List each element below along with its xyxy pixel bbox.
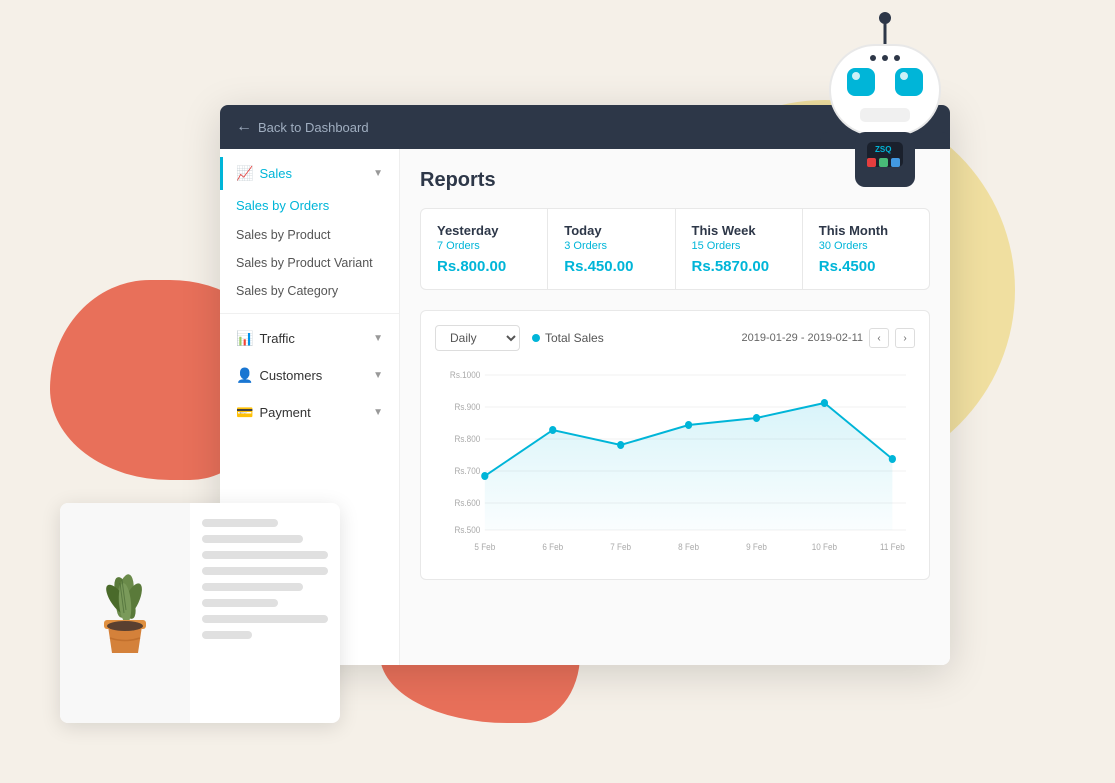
svg-text:Rs.500: Rs.500 xyxy=(454,525,480,535)
date-range-text: 2019-01-29 - 2019-02-11 xyxy=(742,332,864,344)
svg-text:Rs.900: Rs.900 xyxy=(454,402,480,412)
sidebar-item-sales-by-category[interactable]: Sales by Category xyxy=(220,277,399,305)
svg-text:7 Feb: 7 Feb xyxy=(610,542,631,552)
stat-today-orders: 3 Orders xyxy=(564,240,658,252)
product-card xyxy=(60,503,340,723)
stats-row: Yesterday 7 Orders Rs.800.00 Today 3 Ord… xyxy=(420,208,930,290)
stat-card-week: This Week 15 Orders Rs.5870.00 xyxy=(676,209,803,289)
stat-card-today: Today 3 Orders Rs.450.00 xyxy=(548,209,675,289)
product-image xyxy=(60,503,190,723)
sidebar-payment-section: 💳 Payment ▼ xyxy=(220,396,399,429)
stat-yesterday-value: Rs.800.00 xyxy=(437,258,531,275)
stat-month-label: This Month xyxy=(819,223,913,238)
legend-label: Total Sales xyxy=(545,331,604,345)
traffic-icon: 📊 xyxy=(236,330,253,347)
chart-next-button[interactable]: › xyxy=(895,328,915,348)
product-line-4 xyxy=(202,567,328,575)
svg-text:Rs.800: Rs.800 xyxy=(454,434,480,444)
product-line-1 xyxy=(202,519,278,527)
stat-month-orders: 30 Orders xyxy=(819,240,913,252)
chart-legend: Total Sales xyxy=(532,331,604,345)
plant-svg xyxy=(80,558,170,668)
sidebar-divider-1 xyxy=(220,313,399,314)
chart-toolbar: Daily Weekly Monthly Total Sales 2019-01… xyxy=(435,325,915,351)
sidebar-item-traffic[interactable]: 📊 Traffic ▼ xyxy=(220,322,399,355)
stat-today-label: Today xyxy=(564,223,658,238)
stat-card-yesterday: Yesterday 7 Orders Rs.800.00 xyxy=(421,209,548,289)
sidebar-item-payment[interactable]: 💳 Payment ▼ xyxy=(220,396,399,429)
product-line-7 xyxy=(202,615,328,623)
stat-yesterday-label: Yesterday xyxy=(437,223,531,238)
payment-label: Payment xyxy=(259,405,310,420)
sidebar-traffic-section: 📊 Traffic ▼ xyxy=(220,322,399,355)
sales-arrow-icon: ▼ xyxy=(373,168,383,179)
product-info xyxy=(190,503,340,723)
svg-text:Rs.1000: Rs.1000 xyxy=(450,370,481,380)
sidebar-item-sales-by-variant[interactable]: Sales by Product Variant xyxy=(220,249,399,277)
svg-text:10 Feb: 10 Feb xyxy=(812,542,838,552)
sidebar-customers-section: 👤 Customers ▼ xyxy=(220,359,399,392)
sidebar-item-sales-by-product[interactable]: Sales by Product xyxy=(220,221,399,249)
chart-svg: Rs.1000 Rs.900 Rs.800 Rs.700 Rs.600 Rs.5… xyxy=(435,365,915,565)
svg-text:9 Feb: 9 Feb xyxy=(746,542,767,552)
chart-section: Daily Weekly Monthly Total Sales 2019-01… xyxy=(420,310,930,580)
stat-week-value: Rs.5870.00 xyxy=(692,258,786,275)
product-line-6 xyxy=(202,599,278,607)
customers-label: Customers xyxy=(259,368,322,383)
product-line-8 xyxy=(202,631,252,639)
chart-container: Rs.1000 Rs.900 Rs.800 Rs.700 Rs.600 Rs.5… xyxy=(435,365,915,565)
chart-prev-button[interactable]: ‹ xyxy=(869,328,889,348)
back-arrow-icon: ← xyxy=(236,118,252,136)
product-line-2 xyxy=(202,535,303,543)
back-button[interactable]: ← Back to Dashboard xyxy=(236,118,369,136)
sales-by-category-label: Sales by Category xyxy=(236,284,338,298)
sales-by-orders-label: Sales by Orders xyxy=(236,198,329,213)
stat-today-value: Rs.450.00 xyxy=(564,258,658,275)
chart-date-range: 2019-01-29 - 2019-02-11 ‹ › xyxy=(742,328,916,348)
robot-character: ZSQ xyxy=(795,10,975,210)
sales-by-variant-label: Sales by Product Variant xyxy=(236,256,373,270)
svg-text:11 Feb: 11 Feb xyxy=(880,542,905,552)
sidebar-item-sales-by-orders[interactable]: Sales by Orders xyxy=(220,190,399,221)
stat-card-month: This Month 30 Orders Rs.4500 xyxy=(803,209,929,289)
sales-by-product-label: Sales by Product xyxy=(236,228,331,242)
customers-arrow-icon: ▼ xyxy=(373,370,383,381)
sidebar-sales-label: Sales xyxy=(259,166,292,181)
legend-dot xyxy=(532,334,540,342)
traffic-arrow-icon: ▼ xyxy=(373,333,383,344)
payment-arrow-icon: ▼ xyxy=(373,407,383,418)
sidebar-item-sales[interactable]: 📈 Sales ▼ xyxy=(220,157,399,190)
stat-month-value: Rs.4500 xyxy=(819,258,913,275)
svg-text:8 Feb: 8 Feb xyxy=(678,542,699,552)
chart-icon: 📈 xyxy=(236,165,253,182)
product-line-5 xyxy=(202,583,303,591)
stat-yesterday-orders: 7 Orders xyxy=(437,240,531,252)
svg-text:5 Feb: 5 Feb xyxy=(474,542,495,552)
customers-icon: 👤 xyxy=(236,367,253,384)
stat-week-label: This Week xyxy=(692,223,786,238)
chart-filter-select[interactable]: Daily Weekly Monthly xyxy=(435,325,520,351)
sidebar-item-customers[interactable]: 👤 Customers ▼ xyxy=(220,359,399,392)
stat-week-orders: 15 Orders xyxy=(692,240,786,252)
svg-text:6 Feb: 6 Feb xyxy=(542,542,563,552)
payment-icon: 💳 xyxy=(236,404,253,421)
traffic-label: Traffic xyxy=(259,331,294,346)
svg-text:Rs.600: Rs.600 xyxy=(454,498,480,508)
svg-text:ZSQ: ZSQ xyxy=(875,145,891,154)
main-content: Reports Yesterday 7 Orders Rs.800.00 Tod… xyxy=(400,149,950,665)
product-line-3 xyxy=(202,551,328,559)
svg-text:Rs.700: Rs.700 xyxy=(454,466,480,476)
robot-svg: ZSQ xyxy=(795,10,975,220)
sidebar-sales-section: 📈 Sales ▼ Sales by Orders Sales by Produ… xyxy=(220,157,399,305)
back-label: Back to Dashboard xyxy=(258,120,369,135)
